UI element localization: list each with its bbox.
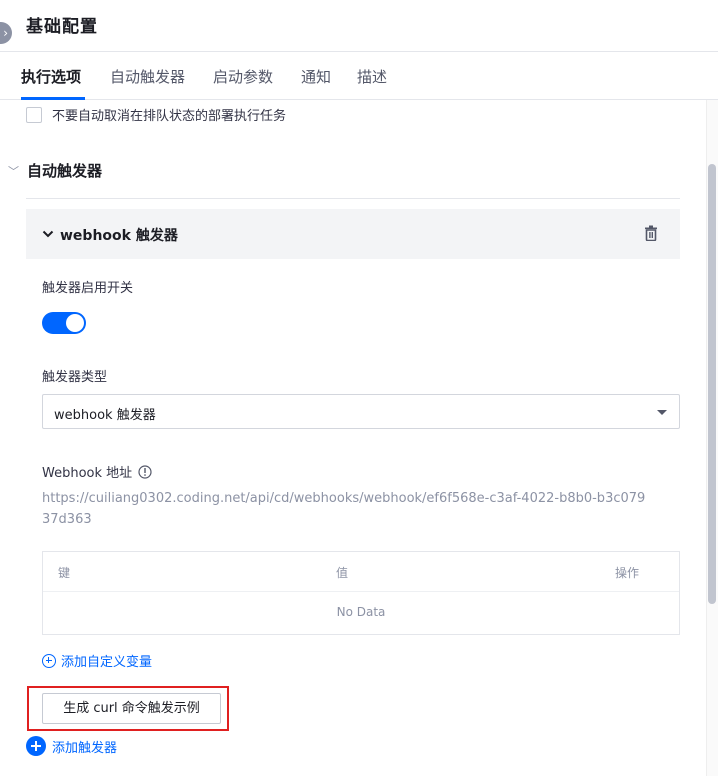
column-header-actions: 操作	[615, 566, 640, 580]
tab-execution-options[interactable]: 执行选项	[21, 66, 81, 87]
toggle-knob	[66, 314, 84, 332]
add-custom-variable-link[interactable]: 添加自定义变量	[42, 651, 152, 670]
generate-curl-button[interactable]: 生成 curl 命令触发示例	[42, 693, 221, 724]
content-scroll-area: 不要自动取消在排队状态的部署执行任务 ﹀ 自动触发器 webhook 触发器 触…	[0, 100, 718, 776]
page-title: 基础配置	[26, 17, 98, 37]
trigger-card-header[interactable]: webhook 触发器	[26, 209, 680, 259]
trash-icon[interactable]	[644, 225, 658, 241]
info-icon[interactable]	[138, 464, 152, 479]
no-auto-cancel-label: 不要自动取消在排队状态的部署执行任务	[52, 109, 287, 124]
no-auto-cancel-option[interactable]: 不要自动取消在排队状态的部署执行任务	[26, 105, 286, 124]
column-header-key: 键	[58, 566, 71, 580]
enable-switch-label: 触发器启用开关	[42, 281, 134, 296]
tab-bar: 执行选项 自动触发器 启动参数 通知 描述	[0, 52, 718, 100]
chevron-right-icon[interactable]: ›	[0, 22, 12, 44]
add-variable-label: 添加自定义变量	[61, 655, 153, 670]
plus-circle-filled-icon	[26, 736, 46, 756]
table-header: 键 值 操作	[43, 552, 679, 592]
chevron-down-icon	[42, 230, 54, 238]
divider	[26, 198, 680, 199]
trigger-type-label: 触发器类型	[42, 370, 108, 385]
tab-auto-triggers[interactable]: 自动触发器	[110, 66, 185, 87]
trigger-enable-toggle[interactable]	[42, 312, 86, 334]
page-header: › 基础配置	[0, 0, 718, 52]
custom-variables-table: 键 值 操作 No Data	[42, 551, 680, 635]
column-header-value: 值	[336, 566, 349, 580]
webhook-label-text: Webhook 地址	[42, 466, 133, 481]
section-title: 自动触发器	[27, 162, 103, 180]
add-trigger-label: 添加触发器	[52, 740, 118, 756]
webhook-url: https://cuiliang0302.coding.net/api/cd/w…	[42, 491, 646, 527]
chevron-down-icon: ﹀	[8, 164, 19, 178]
trigger-card-title: webhook 触发器	[60, 228, 178, 244]
webhook-address-label: Webhook 地址	[42, 462, 152, 481]
add-trigger-link[interactable]: 添加触发器	[26, 736, 117, 756]
auto-trigger-section-header[interactable]: ﹀ 自动触发器	[8, 160, 102, 181]
tab-notifications[interactable]: 通知	[301, 66, 331, 87]
table-empty-state: No Data	[336, 605, 386, 619]
no-auto-cancel-checkbox[interactable]	[26, 106, 42, 123]
trigger-type-value: webhook 触发器	[54, 408, 156, 423]
trigger-type-select[interactable]: webhook 触发器	[42, 394, 680, 429]
plus-circle-icon	[42, 653, 56, 668]
caret-down-icon	[657, 410, 667, 415]
tab-description[interactable]: 描述	[357, 66, 387, 87]
tab-start-params[interactable]: 启动参数	[213, 66, 273, 87]
scrollbar-thumb[interactable]	[708, 164, 716, 604]
scrollbar[interactable]	[706, 100, 718, 776]
